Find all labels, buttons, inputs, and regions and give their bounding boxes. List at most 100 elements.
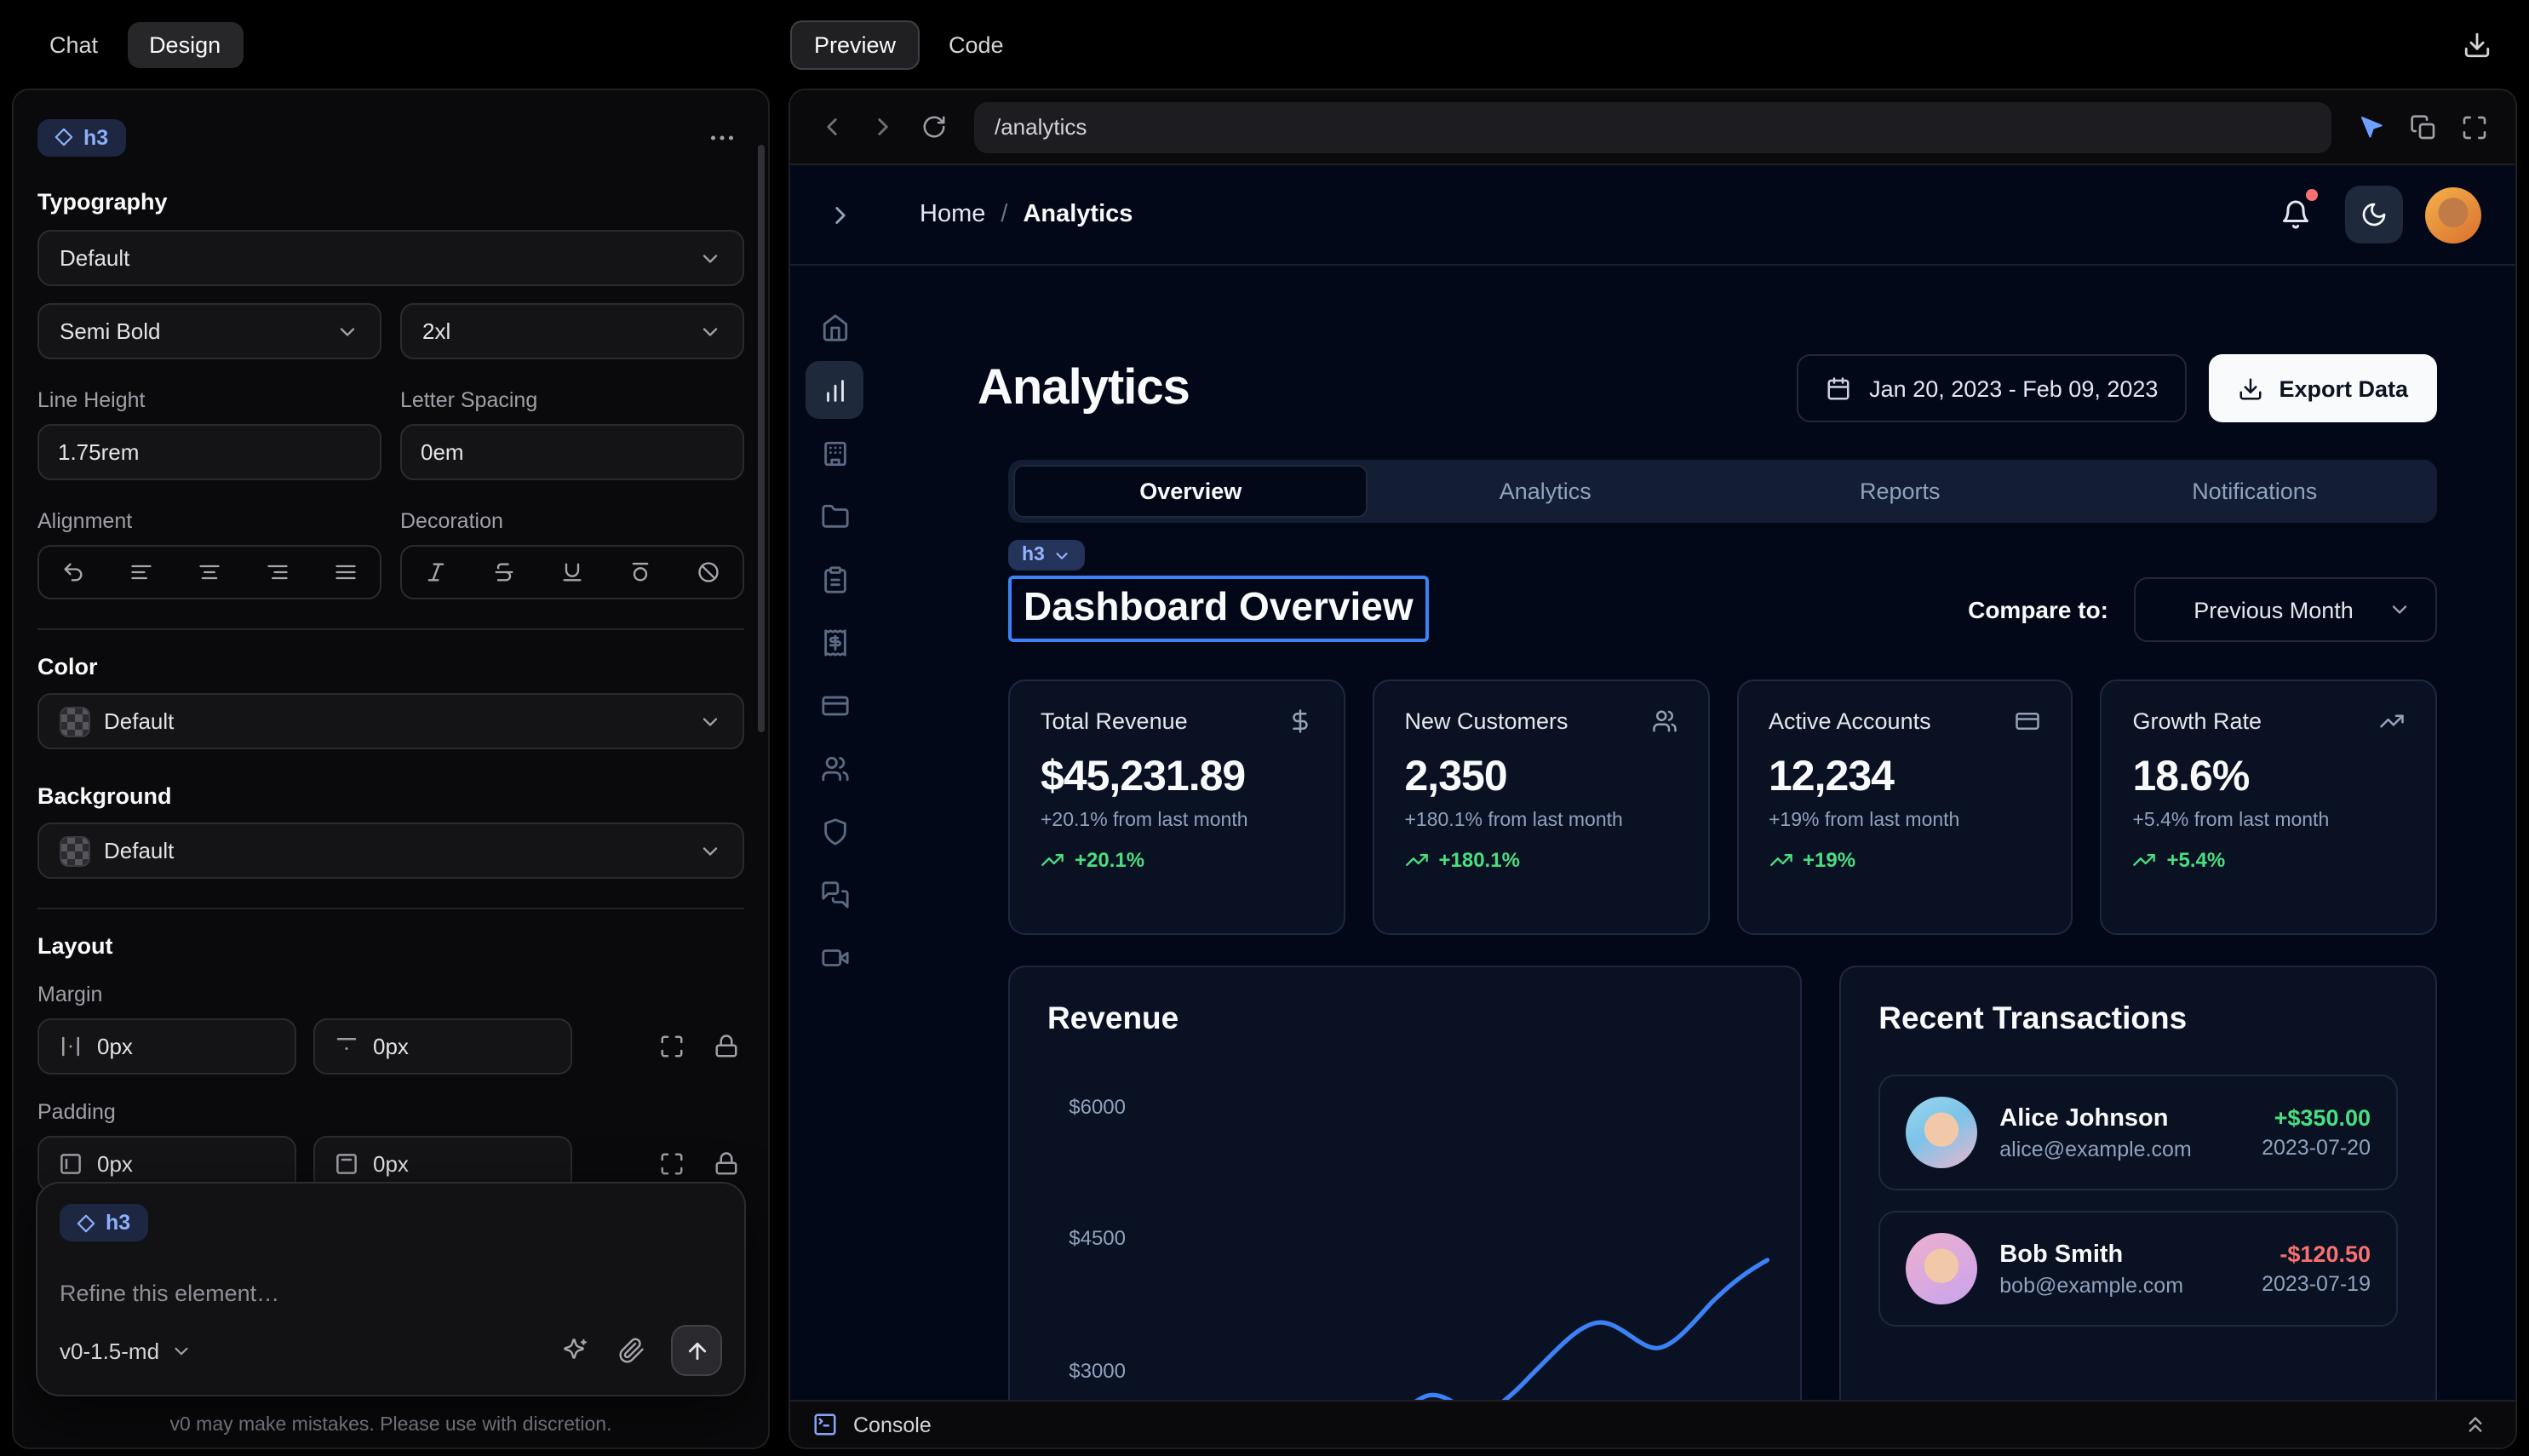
tab-preview[interactable]: Preview <box>790 20 920 69</box>
margin-x-field <box>37 1018 296 1075</box>
sidebar-item-projects[interactable] <box>806 487 863 545</box>
align-center-button[interactable] <box>175 547 244 598</box>
selected-element-badge[interactable]: h3 <box>37 118 125 156</box>
sidebar-item-organization[interactable] <box>806 424 863 482</box>
padding-x-input[interactable] <box>97 1151 276 1177</box>
alignment-label: Alignment <box>37 509 381 533</box>
sidebar-item-tasks[interactable] <box>806 550 863 608</box>
background-select[interactable]: Default <box>37 823 744 879</box>
attach-button[interactable] <box>615 1333 649 1367</box>
fullscreen-button[interactable] <box>2451 103 2498 151</box>
clipboard-icon <box>820 565 849 593</box>
composer-element-badge[interactable]: h3 <box>60 1204 147 1241</box>
decoration-label: Decoration <box>400 509 744 533</box>
sidebar-item-messages[interactable] <box>806 865 863 923</box>
color-section-title: Color <box>37 654 744 679</box>
notifications-button[interactable] <box>2268 187 2323 242</box>
padding-expand-button[interactable] <box>652 1145 690 1183</box>
color-select[interactable]: Default <box>37 693 744 749</box>
sidebar-item-security[interactable] <box>806 802 863 860</box>
preview-nav-bar <box>790 90 2515 165</box>
revenue-line-chart <box>1010 967 1800 1400</box>
chevron-down-icon <box>698 319 722 343</box>
forward-button[interactable] <box>858 103 906 151</box>
panels: h3 Typography Default Semi Bold <box>0 89 2529 1449</box>
tab-chat[interactable]: Chat <box>27 21 120 67</box>
dashboard-header: Home / Analytics <box>790 165 2515 266</box>
url-input[interactable] <box>995 114 2311 140</box>
background-section-title: Background <box>37 783 744 809</box>
model-select[interactable]: v0-1.5-md <box>60 1338 192 1363</box>
maximize-icon <box>2461 113 2488 140</box>
compare-select[interactable]: Previous Month <box>2134 577 2437 642</box>
download-icon <box>2462 30 2491 59</box>
date-range-button[interactable]: Jan 20, 2023 - Feb 09, 2023 <box>1796 354 2187 422</box>
tab-design[interactable]: Design <box>127 21 243 67</box>
divider <box>37 908 744 909</box>
sidebar-item-analytics[interactable] <box>806 361 863 419</box>
margin-y-input[interactable] <box>373 1034 552 1059</box>
margin-x-input[interactable] <box>97 1034 276 1059</box>
font-weight-value: Semi Bold <box>60 318 322 344</box>
stat-cards: Total Revenue $45,231.89 +20.1% from las… <box>1008 679 2437 935</box>
padding-y-input[interactable] <box>373 1151 552 1177</box>
export-data-button[interactable]: Export Data <box>2209 354 2437 422</box>
avatar[interactable] <box>2425 186 2481 243</box>
panel-scrollbar[interactable] <box>758 145 765 732</box>
margin-expand-button[interactable] <box>652 1028 690 1065</box>
section-heading-selected[interactable]: Dashboard Overview <box>1008 576 1429 642</box>
padding-y-icon <box>334 1151 359 1177</box>
copy-preview-button[interactable] <box>2400 103 2447 151</box>
select-element-mode-button[interactable] <box>2348 103 2396 151</box>
sidebar-item-members[interactable] <box>806 739 863 797</box>
send-button[interactable] <box>671 1325 722 1376</box>
credit-card-icon <box>820 691 849 719</box>
strikethrough-icon <box>492 560 516 584</box>
italic-button[interactable] <box>402 547 470 598</box>
letter-spacing-input[interactable] <box>421 439 724 465</box>
line-height-input[interactable] <box>58 439 361 465</box>
more-menu-button[interactable] <box>700 115 744 159</box>
tab-reports[interactable]: Reports <box>1723 465 2078 518</box>
align-justify-button[interactable] <box>312 547 380 598</box>
tab-code[interactable]: Code <box>926 21 1026 67</box>
font-weight-select[interactable]: Semi Bold <box>37 303 381 359</box>
font-size-select[interactable]: 2xl <box>400 303 744 359</box>
background-value: Default <box>104 838 685 863</box>
tab-overview[interactable]: Overview <box>1013 465 1368 518</box>
model-name: v0-1.5-md <box>60 1338 159 1363</box>
margin-lock-button[interactable] <box>707 1028 744 1065</box>
chevron-down-icon <box>1053 546 1072 565</box>
back-button[interactable] <box>807 103 855 151</box>
enhance-prompt-button[interactable] <box>559 1333 593 1367</box>
refresh-button[interactable] <box>909 103 957 151</box>
padding-lock-button[interactable] <box>707 1145 744 1183</box>
tab-analytics[interactable]: Analytics <box>1368 465 1723 518</box>
align-left-button[interactable] <box>107 547 175 598</box>
diamond-icon <box>77 1213 95 1232</box>
color-value: Default <box>104 708 685 734</box>
selected-tag-label: h3 <box>1022 545 1045 565</box>
trending-up-icon <box>2379 708 2405 734</box>
console-label: Console <box>853 1413 932 1436</box>
console-bar[interactable]: Console <box>790 1400 2515 1447</box>
underline-button[interactable] <box>538 547 606 598</box>
strikethrough-button[interactable] <box>470 547 538 598</box>
theme-toggle-button[interactable] <box>2345 186 2403 244</box>
overline-button[interactable] <box>606 547 674 598</box>
sidebar-toggle-button[interactable] <box>814 189 865 240</box>
clear-decoration-button[interactable] <box>674 547 743 598</box>
selected-tag-badge[interactable]: h3 <box>1008 540 1086 570</box>
sidebar-item-payments[interactable] <box>806 676 863 734</box>
breadcrumb-home[interactable]: Home <box>920 201 985 228</box>
align-right-button[interactable] <box>244 547 312 598</box>
expand-console-button[interactable] <box>2456 1406 2493 1443</box>
font-family-select[interactable]: Default <box>37 230 744 286</box>
sidebar-item-home[interactable] <box>806 298 863 356</box>
sidebar-item-invoices[interactable] <box>806 613 863 671</box>
refine-input[interactable] <box>60 1262 722 1325</box>
reset-alignment-button[interactable] <box>39 547 107 598</box>
download-button[interactable] <box>2451 19 2502 70</box>
tab-notifications[interactable]: Notifications <box>2078 465 2433 518</box>
sidebar-item-video[interactable] <box>806 928 863 986</box>
